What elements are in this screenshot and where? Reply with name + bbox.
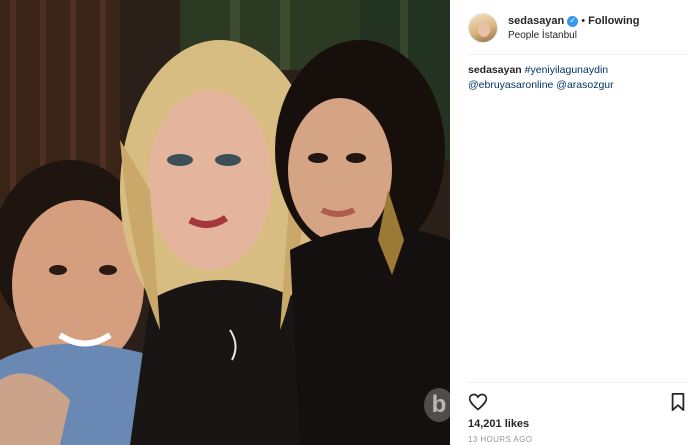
heart-icon[interactable] xyxy=(468,392,488,412)
actions-divider xyxy=(468,382,686,383)
caption-mention-arasozgur[interactable]: @arasozgur xyxy=(556,79,613,91)
separator-dot: • xyxy=(581,15,586,27)
username-link[interactable]: sedasayan xyxy=(508,14,564,28)
post-header: sedasayan ✓ • Following People İstanbul xyxy=(468,8,690,48)
likes-count[interactable]: 14,201 likes xyxy=(468,418,529,430)
post-side-panel: sedasayan ✓ • Following People İstanbul … xyxy=(450,0,700,445)
post-photo-image xyxy=(0,0,450,445)
header-divider xyxy=(468,54,686,55)
caption-mention-ebruyasaronline[interactable]: @ebruyasaronline xyxy=(468,79,553,91)
verified-icon: ✓ xyxy=(567,15,579,27)
following-button[interactable]: Following xyxy=(588,14,639,28)
post-caption: sedasayan #yeniyilagunaydin @ebruyasaron… xyxy=(468,63,683,93)
bookmark-icon[interactable] xyxy=(670,393,686,411)
caption-username[interactable]: sedasayan xyxy=(468,64,522,76)
avatar[interactable] xyxy=(468,13,498,43)
location-link[interactable]: People İstanbul xyxy=(508,29,639,42)
caption-hashtag[interactable]: #yeniyilagunaydin xyxy=(525,64,608,76)
watermark-logo: b xyxy=(424,388,450,422)
post-photo[interactable]: b xyxy=(0,0,450,445)
post-actions xyxy=(468,392,686,412)
post-timestamp: 13 HOURS AGO xyxy=(468,435,533,444)
